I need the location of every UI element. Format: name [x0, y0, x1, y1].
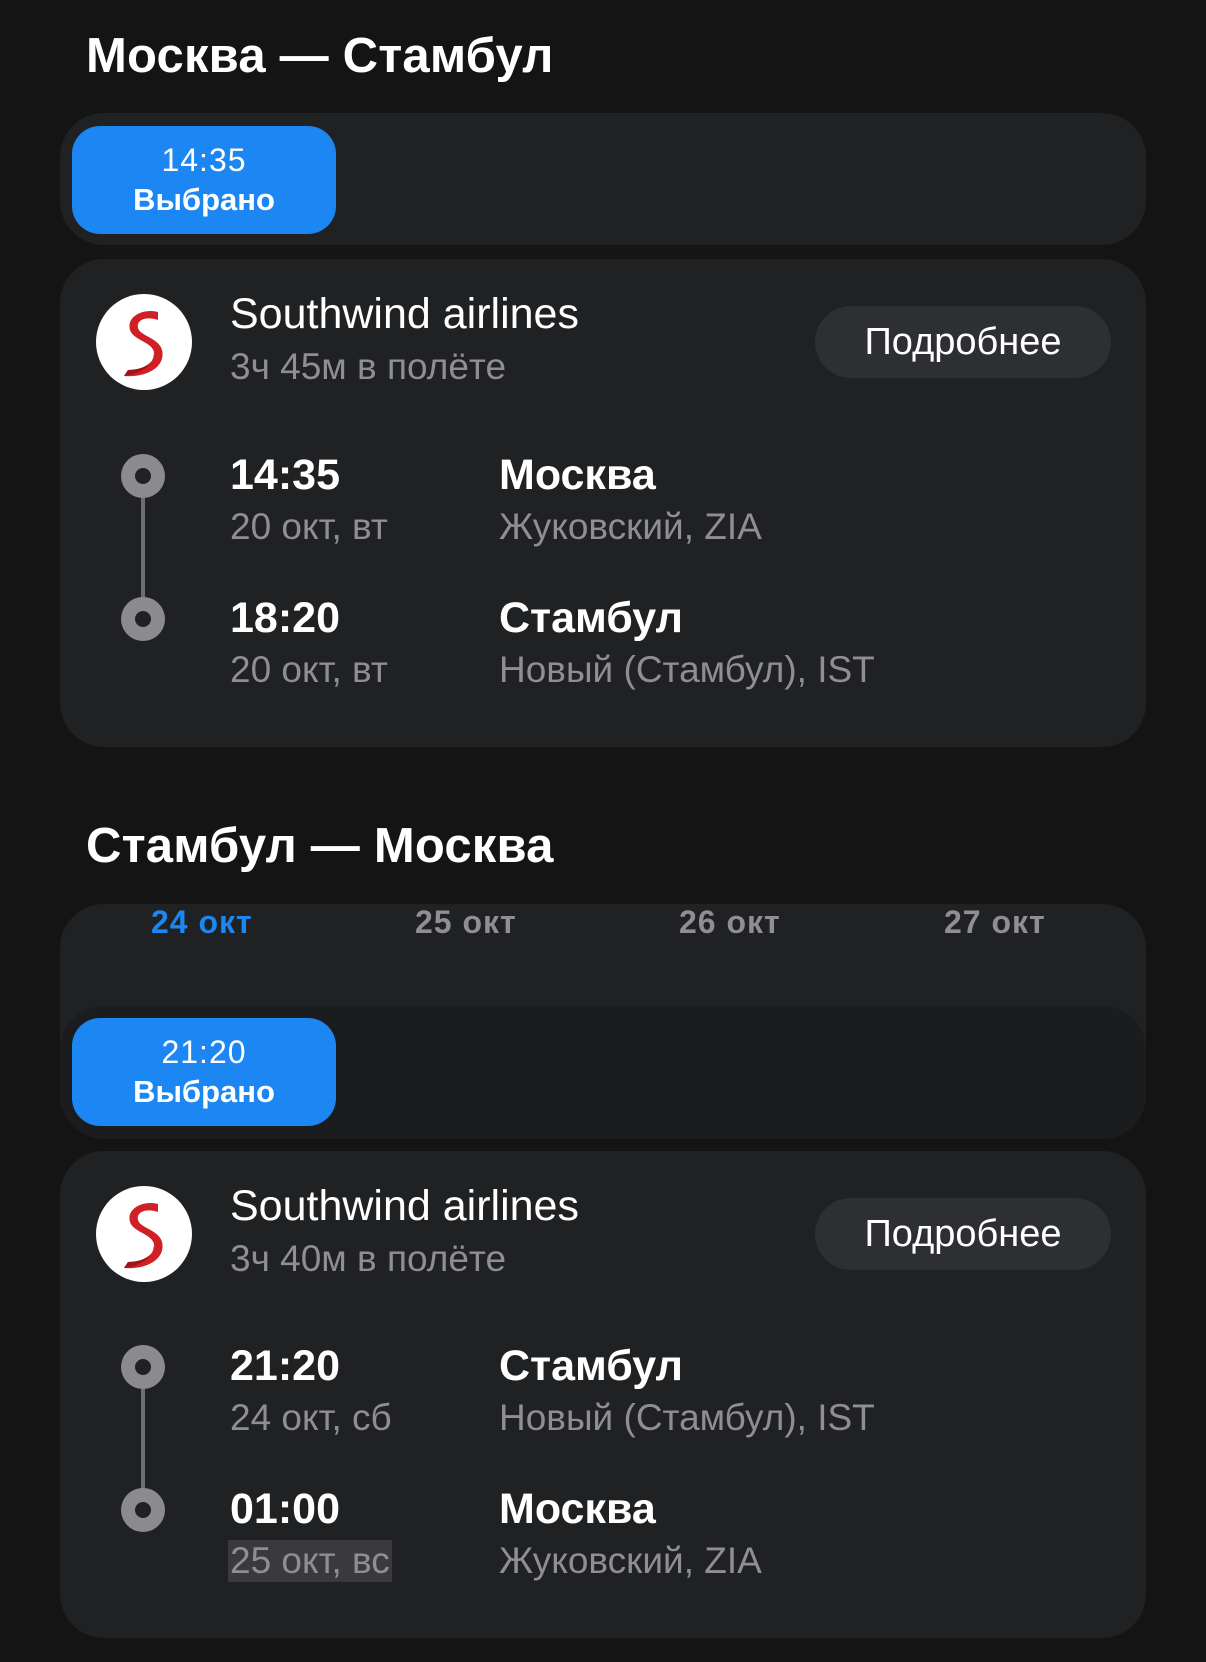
- outbound-time-chip[interactable]: 14:35 Выбрано: [72, 126, 336, 234]
- departure-date: 20 окт, вт: [230, 506, 388, 547]
- timeline-dot-icon: [121, 1345, 165, 1389]
- departure-time: 14:35: [230, 451, 340, 499]
- flight-duration: 3ч 45м в полёте: [230, 346, 507, 387]
- chip-selected-label: Выбрано: [133, 1074, 275, 1109]
- departure-city: Москва: [499, 451, 656, 499]
- date-tab-3[interactable]: 27 окт: [944, 904, 1046, 941]
- arrival-city: Стамбул: [499, 594, 683, 642]
- southwind-logo-icon: [96, 294, 192, 390]
- chip-time: 21:20: [161, 1034, 247, 1070]
- arrival-airport: Жуковский, ZIA: [499, 1540, 762, 1581]
- southwind-logo-icon: [96, 1186, 192, 1282]
- outbound-title: Москва — Стамбул: [86, 29, 554, 83]
- departure-time: 21:20: [230, 1342, 340, 1390]
- details-button[interactable]: Подробнее: [815, 1198, 1111, 1270]
- date-tab-1[interactable]: 25 окт: [415, 904, 517, 941]
- departure-city: Стамбул: [499, 1342, 683, 1390]
- chip-selected-label: Выбрано: [133, 182, 275, 217]
- timeline-dot-icon: [121, 1488, 165, 1532]
- return-flight-card: Southwind airlines 3ч 40м в полёте Подро…: [60, 1151, 1146, 1638]
- departure-airport: Жуковский, ZIA: [499, 506, 762, 547]
- arrival-time: 18:20: [230, 594, 340, 642]
- arrival-airport: Новый (Стамбул), IST: [499, 649, 875, 690]
- timeline-dot-icon: [121, 597, 165, 641]
- airline-name: Southwind airlines: [230, 1182, 579, 1230]
- arrival-city: Москва: [499, 1485, 656, 1533]
- departure-date: 24 окт, сб: [230, 1397, 392, 1438]
- page: Москва — Стамбул 14:35 Выбрано Southwind…: [0, 0, 1206, 1662]
- date-tab-0[interactable]: 24 окт: [151, 904, 253, 941]
- return-title: Стамбул — Москва: [86, 819, 554, 873]
- timeline-dot-icon: [121, 454, 165, 498]
- chip-time: 14:35: [161, 142, 247, 178]
- date-tab-2[interactable]: 26 окт: [679, 904, 781, 941]
- flight-duration: 3ч 40м в полёте: [230, 1238, 507, 1279]
- departure-airport: Новый (Стамбул), IST: [499, 1397, 875, 1438]
- outbound-flight-card: Southwind airlines 3ч 45м в полёте Подро…: [60, 259, 1146, 747]
- return-time-chip[interactable]: 21:20 Выбрано: [72, 1018, 336, 1126]
- arrival-date: 20 окт, вт: [230, 649, 388, 690]
- airline-name: Southwind airlines: [230, 290, 579, 338]
- details-button[interactable]: Подробнее: [815, 306, 1111, 378]
- arrival-time: 01:00: [230, 1485, 340, 1533]
- arrival-date: 25 окт, вс: [228, 1540, 392, 1582]
